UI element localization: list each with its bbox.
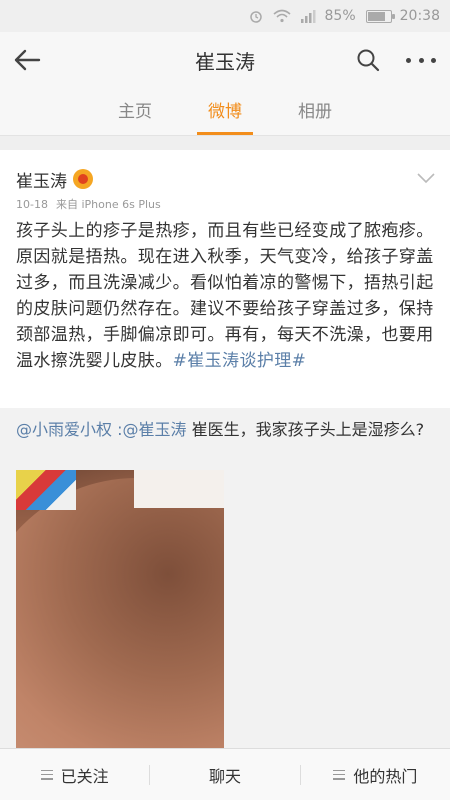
weibo-post: 崔玉涛 10-18 来自 iPhone 6s Plus 孩子头上的疹子是热疹，而且…: [0, 150, 450, 374]
top-header: 崔玉涛: [0, 32, 450, 88]
mention-link[interactable]: @崔玉涛: [123, 420, 187, 439]
menu-icon: [40, 769, 53, 780]
hot-button[interactable]: 他的热门: [301, 749, 450, 800]
status-bar: 85% 20:38: [0, 0, 450, 32]
retweet-photo[interactable]: [16, 470, 224, 748]
baby-head: [16, 478, 224, 748]
post-content: 孩子头上的疹子是热疹，而且有些已经变成了脓疱疹。原因就是捂热。现在进入秋季，天气…: [16, 218, 434, 374]
hot-label: 他的热门: [353, 766, 418, 786]
battery-icon: [365, 9, 395, 23]
back-arrow-icon[interactable]: [12, 46, 42, 74]
post-date: 10-18: [16, 198, 48, 211]
blanket: [16, 470, 76, 510]
page-title: 崔玉涛: [195, 49, 255, 74]
battery-percent: 85%: [324, 8, 356, 24]
search-icon[interactable]: [356, 48, 380, 72]
tab-album[interactable]: 相册: [270, 88, 360, 135]
alarm-icon: [247, 7, 265, 25]
retweet-box[interactable]: @小雨爱小权 :@崔玉涛 崔医生，我家孩子头上是湿疹么?: [0, 408, 450, 748]
bottom-bar: 已关注 聊天 他的热门: [0, 748, 450, 800]
hashtag-link[interactable]: #崔玉涛谈护理#: [173, 351, 307, 371]
clock: 20:38: [399, 8, 440, 24]
post-text: 孩子头上的疹子是热疹，而且有些已经变成了脓疱疹。原因就是捂热。现在进入秋季，天气…: [16, 221, 434, 371]
post-author[interactable]: 崔玉涛: [16, 167, 67, 192]
chat-label: 聊天: [208, 766, 241, 786]
menu-icon: [333, 769, 346, 780]
chat-button[interactable]: 聊天: [150, 749, 299, 800]
retweet-separator: :: [112, 420, 123, 439]
divider: [0, 136, 450, 150]
profile-tabs: 主页 微博 相册: [0, 88, 450, 136]
retweet-user-link[interactable]: @小雨爱小权: [16, 420, 112, 439]
signal-icon: [299, 7, 317, 25]
tab-weibo[interactable]: 微博: [180, 88, 270, 135]
post-source: 来自 iPhone 6s Plus: [55, 198, 161, 211]
vip-badge-icon: [73, 169, 93, 189]
followed-label: 已关注: [60, 766, 109, 786]
retweet-body: 崔医生，我家孩子头上是湿疹么?: [186, 420, 425, 439]
chevron-down-icon[interactable]: [416, 170, 436, 184]
followed-button[interactable]: 已关注: [0, 749, 149, 800]
wifi-icon: [272, 7, 291, 25]
photo-corner: [134, 470, 224, 508]
tab-home[interactable]: 主页: [90, 88, 180, 135]
post-meta: 10-18 来自 iPhone 6s Plus: [16, 196, 434, 212]
more-icon[interactable]: [406, 48, 436, 72]
retweet-text: @小雨爱小权 :@崔玉涛 崔医生，我家孩子头上是湿疹么?: [16, 418, 434, 442]
